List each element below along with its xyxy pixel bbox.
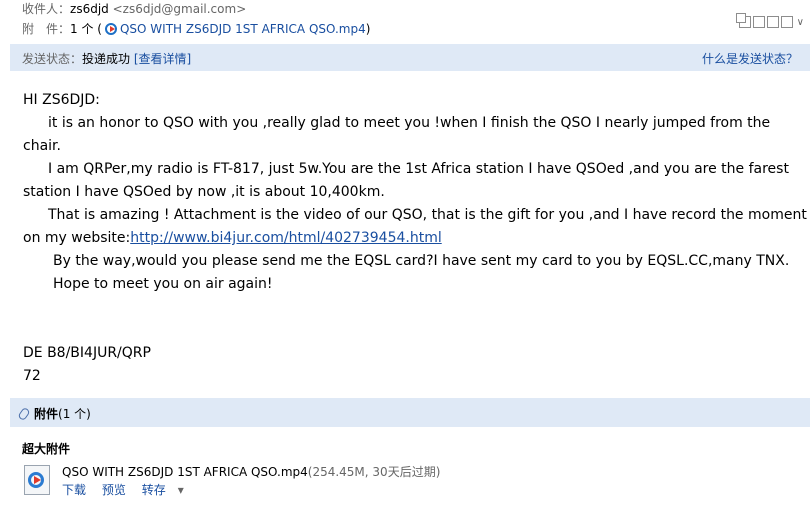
recipient-email: <zs6djd@gmail.com>: [112, 2, 247, 16]
more-icon[interactable]: [780, 16, 793, 28]
mail-body: HI ZS6DJD: it is an honor to QSO with yo…: [23, 89, 808, 388]
attachments-heading: 附件(1 个): [17, 405, 91, 422]
attachments-title: 附件: [34, 407, 59, 421]
mail-header: 收件人：zs6djd <zs6djd@gmail.com> 附 件：1 个 ( Q…: [0, 0, 810, 44]
greeting: HI ZS6DJD:: [23, 92, 100, 108]
attachment-file: QSO WITH ZS6DJD 1ST AFRICA QSO.mp4(254.4…: [62, 463, 440, 480]
attachment-link[interactable]: QSO WITH ZS6DJD 1ST AFRICA QSO.mp4: [120, 22, 366, 36]
large-attachments-label: 超大附件: [22, 442, 71, 456]
send-status: 发送状态：投递成功 [查看详情]: [22, 50, 191, 67]
paragraph-2: I am QRPer,my radio is FT-817, just 5w.Y…: [23, 161, 789, 200]
save-icon[interactable]: [766, 16, 779, 28]
video-icon: [104, 23, 117, 35]
paragraph-1: it is an honor to QSO with you ,really g…: [23, 115, 771, 154]
attachments-count: (1 个): [58, 407, 91, 421]
download-link[interactable]: 下载: [62, 483, 86, 497]
status-help-link[interactable]: 什么是发送状态？: [702, 52, 798, 66]
chevron-down-icon[interactable]: ∨: [797, 17, 804, 28]
print-icon[interactable]: [752, 16, 765, 28]
status-bar: 发送状态：投递成功 [查看详情] 什么是发送状态？: [10, 44, 810, 71]
attachment-close: ): [365, 22, 371, 36]
video-file-icon: [24, 465, 50, 495]
paragraph-5: Hope to meet you on air again!: [53, 276, 273, 292]
save-label: 转存: [141, 483, 166, 497]
recipient-label: 收件人：: [22, 2, 71, 16]
save-caret-icon: ▾: [177, 483, 184, 497]
header-toolbar: ∨: [735, 13, 804, 28]
attachment-file-meta: (254.45M, 30天后过期): [307, 465, 441, 479]
status-label: 发送状态：: [22, 52, 83, 66]
paragraph-4: By the way,would you please send me the …: [53, 253, 790, 269]
attachment-actions: 下载 预览 转存 ▾: [62, 481, 208, 498]
attachment-label: 附 件：: [22, 22, 71, 36]
attachment-row: 附 件：1 个 ( QSO WITH ZS6DJD 1ST AFRICA QSO.…: [22, 20, 370, 37]
recipient-name[interactable]: zs6djd: [70, 2, 109, 16]
status-help: 什么是发送状态？: [702, 50, 798, 67]
attachments-bar: 附件(1 个): [10, 398, 810, 427]
preview-link[interactable]: 预览: [102, 483, 126, 497]
signature-line-1: DE B8/BI4JUR/QRP: [23, 345, 151, 361]
signature-line-2: 72: [23, 368, 41, 384]
attachment-count: 1 个 (: [70, 22, 102, 36]
attachment-file-name: QSO WITH ZS6DJD 1ST AFRICA QSO.mp4: [62, 465, 308, 479]
website-link[interactable]: http://www.bi4jur.com/html/402739454.htm…: [130, 230, 442, 246]
paragraph-3: That is amazing ! Attachment is the vide…: [23, 204, 808, 250]
status-details-link[interactable]: [查看详情]: [134, 52, 191, 66]
status-value: 投递成功: [82, 52, 131, 66]
new-window-icon[interactable]: [735, 13, 751, 28]
paperclip-icon: [17, 406, 31, 422]
recipient-row: 收件人：zs6djd <zs6djd@gmail.com>: [22, 0, 246, 17]
save-dropdown[interactable]: 转存 ▾: [142, 483, 196, 497]
